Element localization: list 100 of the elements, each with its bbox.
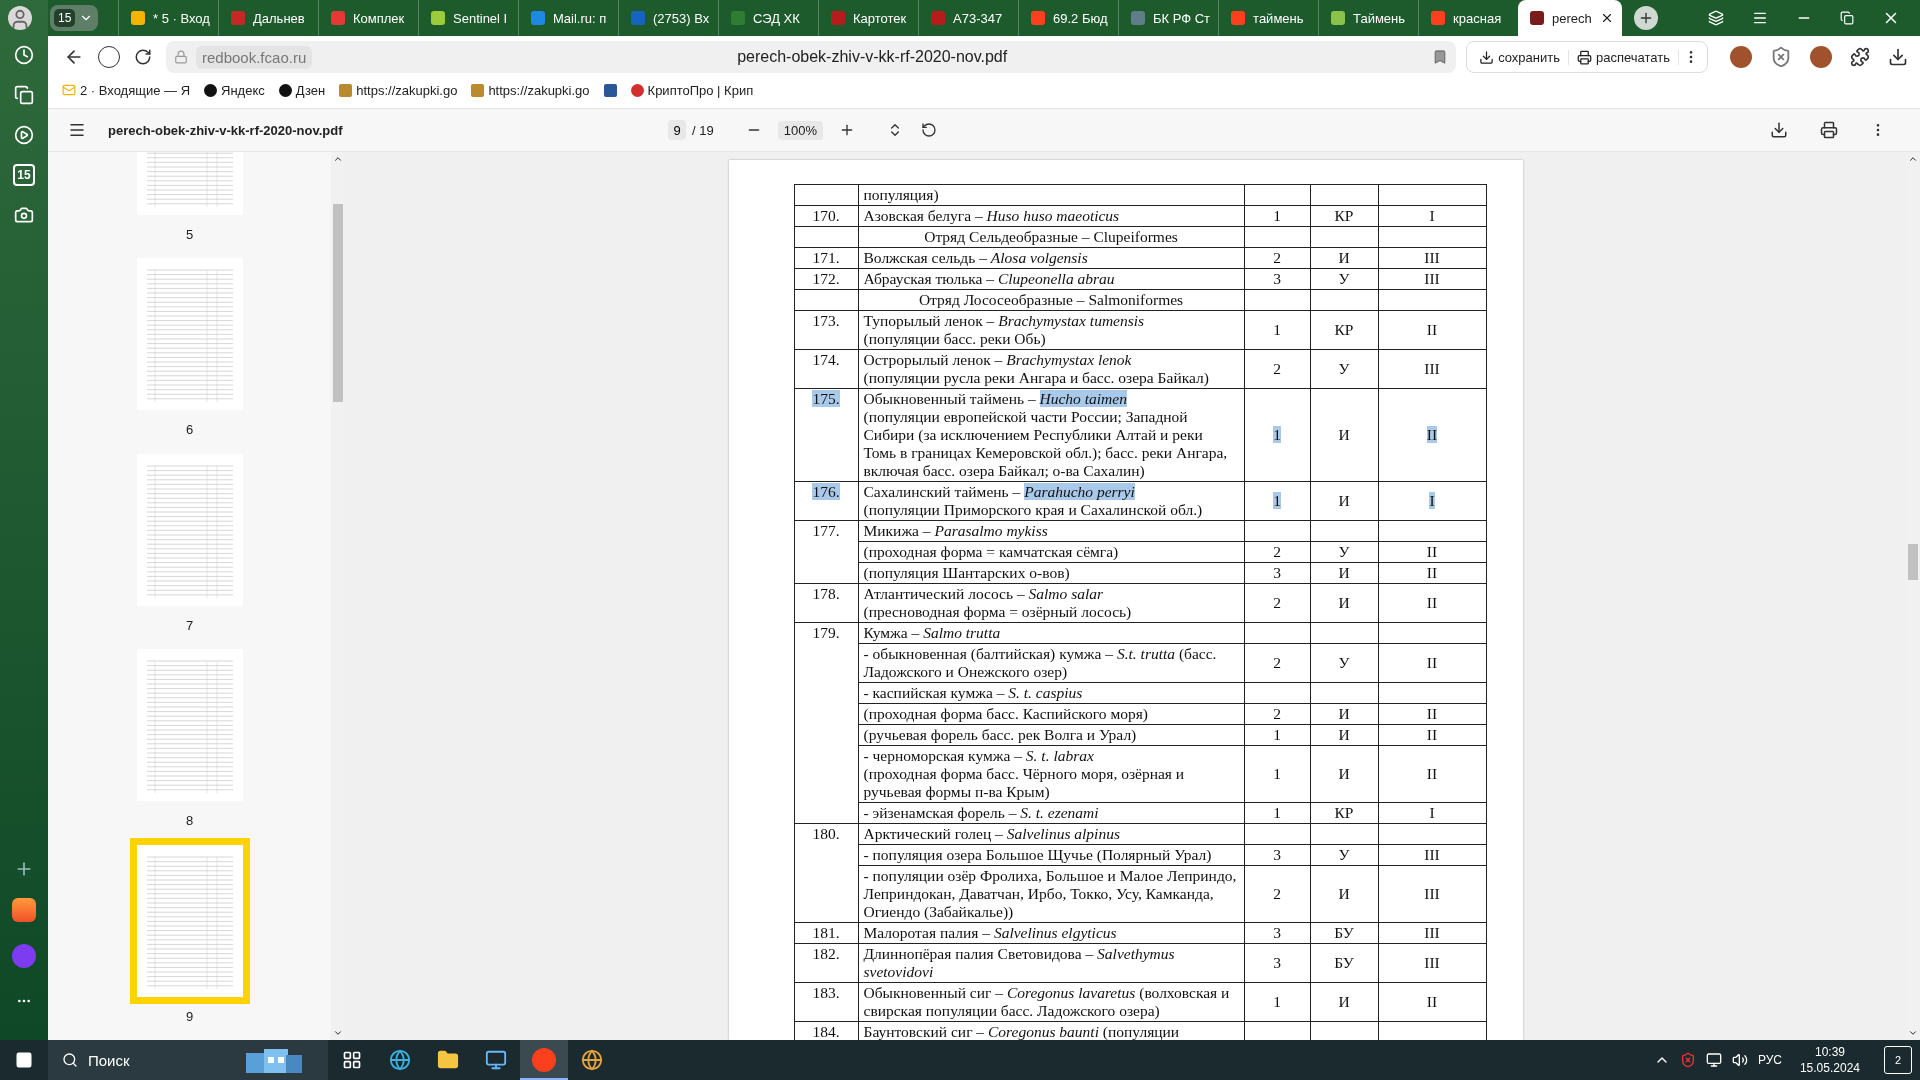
scroll-down-icon[interactable] <box>1908 1028 1918 1038</box>
browser-icon <box>532 1048 556 1072</box>
play-icon[interactable] <box>13 124 35 146</box>
clock[interactable]: 10:39 15.05.2024 <box>1799 1044 1860 1076</box>
restore-icon[interactable] <box>1840 11 1854 25</box>
scroll-up-icon[interactable] <box>1908 154 1918 164</box>
row-number: 171. <box>812 249 840 266</box>
history-icon[interactable] <box>13 44 35 66</box>
table-cell: III <box>1424 846 1440 863</box>
bookmark-link[interactable]: https://zakupki.go <box>339 82 458 98</box>
bookmarks-icon[interactable] <box>1708 10 1724 26</box>
search-box[interactable]: Поиск <box>48 1040 328 1080</box>
security-icon[interactable] <box>1679 1052 1696 1068</box>
table-cell: КР <box>1334 321 1354 338</box>
table-cell: II <box>1426 564 1438 581</box>
table-cell: 1 <box>1273 726 1281 743</box>
table-cell: 1 <box>1273 765 1281 782</box>
species-name: Малоротая палия – Salvelinus elgyticus <box>863 924 1118 942</box>
toolbar-button[interactable]: распечатать <box>1569 49 1679 65</box>
page-thumbnail[interactable] <box>129 837 250 1004</box>
table-cell: 3 <box>1273 564 1281 581</box>
scroll-up-icon[interactable] <box>333 154 343 164</box>
table-cell: II <box>1426 993 1438 1010</box>
species-name: Арктический голец – Salvelinus alpinus <box>863 825 1121 843</box>
scrollbar[interactable] <box>1906 152 1920 1040</box>
bookmark-link[interactable]: https://zakupki.go <box>471 82 590 98</box>
address-bar[interactable]: redbook.fcao.ru perech-obek-zhiv-v-kk-rf-2020-nov.pdf <box>166 41 1457 73</box>
table-cell: И <box>1338 564 1350 581</box>
species-name: Обыкновенный сиг – Coregonus lavaretus (волховская и свирская популяции басс. Ладожского озера) <box>863 984 1231 1020</box>
row-number: 184. <box>812 1023 840 1040</box>
species-name: Микижа – Parasalmo mykiss <box>863 522 1049 540</box>
collections-icon[interactable] <box>13 84 35 106</box>
monitor-icon <box>485 1049 507 1071</box>
shield-icon[interactable] <box>1770 46 1792 68</box>
calendar-button[interactable]: 15 <box>13 164 35 186</box>
table-cell: 1 <box>1273 993 1281 1010</box>
table-cell: I <box>1429 492 1435 509</box>
table-cell: III <box>1424 270 1440 287</box>
page-title: perech-obek-zhiv-v-kk-rf-2020-nov.pdf <box>736 48 1009 66</box>
table-cell: БУ <box>1334 954 1354 971</box>
table-cell: И <box>1338 492 1350 509</box>
extension-icon[interactable] <box>1810 46 1832 68</box>
download-icon[interactable] <box>1888 47 1908 67</box>
table-cell: 2 <box>1273 360 1281 377</box>
page-number: 8 <box>185 813 194 829</box>
bookmark-link[interactable]: 2 · Входящие — Я <box>62 82 191 98</box>
notifications-button[interactable]: 2 <box>1884 1046 1912 1074</box>
url-text: redbook.fcao.ru <box>196 45 313 69</box>
search-field[interactable]: Поиск <box>86 1050 230 1070</box>
mail-app-icon[interactable] <box>12 898 36 922</box>
search-icon <box>62 1052 78 1068</box>
table-cell: И <box>1338 726 1350 743</box>
table-cell: I <box>1429 804 1435 821</box>
table-cell: I <box>1429 207 1435 224</box>
emblem-icon <box>471 83 485 97</box>
new-tab-button[interactable] <box>1633 6 1658 30</box>
tab-group-button[interactable]: 15 <box>50 5 98 31</box>
table-cell: 1 <box>1273 321 1281 338</box>
table-cell: II <box>1426 765 1438 782</box>
bookmark-link[interactable] <box>603 83 617 97</box>
toolbar-button[interactable]: сохранить <box>1471 49 1569 65</box>
table-cell: И <box>1338 705 1350 722</box>
scroll-down-icon[interactable] <box>333 1028 343 1038</box>
species-name: Длиннопёрая палия Световидова – Salvethymus svetovidovi <box>863 945 1176 981</box>
extension-icon[interactable] <box>1730 46 1752 68</box>
extensions-icon[interactable] <box>1850 47 1870 67</box>
species-name: Волжская сельдь – Alosa volgensis <box>863 249 1089 267</box>
page-number: 5 <box>185 227 194 242</box>
table-cell: 2 <box>1273 594 1281 611</box>
table-cell: У <box>1338 654 1350 671</box>
scroll-thumb[interactable] <box>1908 544 1918 580</box>
browser-tab[interactable]: perech <box>1518 0 1622 36</box>
page-number: 9 <box>185 1008 194 1024</box>
bookmark-link[interactable]: КриптоПро | Крип <box>630 82 754 98</box>
table-cell: У <box>1338 360 1350 377</box>
print-icon <box>1577 49 1592 65</box>
table-cell: II <box>1426 726 1438 743</box>
table-cell: III <box>1424 249 1440 266</box>
scrollbar[interactable] <box>331 152 345 1040</box>
row-number: 180. <box>812 825 840 842</box>
document-icon <box>603 83 617 97</box>
scroll-thumb[interactable] <box>333 204 343 402</box>
task-view-icon <box>342 1050 362 1070</box>
row-number: 176. <box>812 483 840 500</box>
language-indicator[interactable]: РУС <box>1757 1053 1782 1067</box>
table-cell: И <box>1338 249 1350 266</box>
volume-icon[interactable] <box>1731 1052 1748 1068</box>
bookmark-link[interactable]: Яндекс <box>204 82 265 98</box>
network-icon[interactable] <box>1705 1052 1722 1068</box>
table-cell: И <box>1338 765 1350 782</box>
page-field[interactable]: 9 <box>668 120 686 140</box>
species-name: (проходная форма басс. Каспийского моря) <box>863 705 1149 723</box>
table-cell: II <box>1426 321 1438 338</box>
zoom-field[interactable]: 100% <box>777 120 823 140</box>
site-icon <box>204 83 218 97</box>
site-icon <box>278 83 292 97</box>
table-cell: 1 <box>1273 426 1281 443</box>
menu-icon[interactable] <box>1752 10 1768 26</box>
bookmark-link[interactable]: Дзен <box>278 82 326 98</box>
row-number: 172. <box>812 270 840 287</box>
